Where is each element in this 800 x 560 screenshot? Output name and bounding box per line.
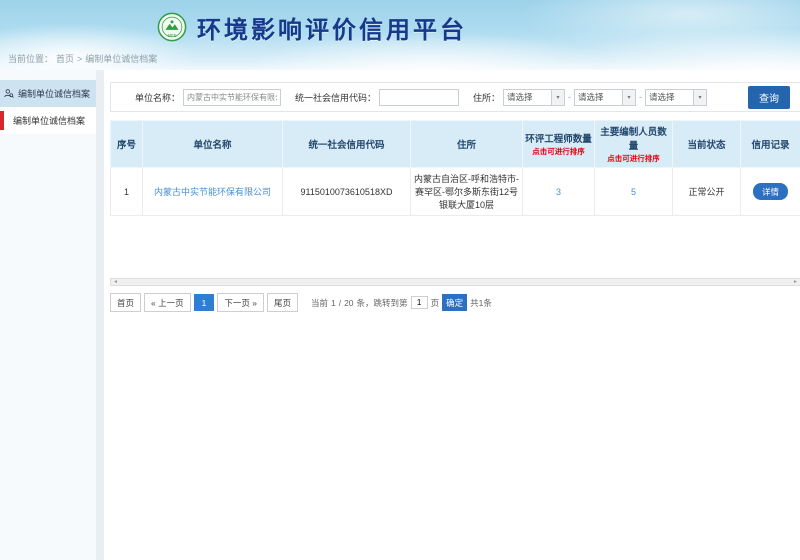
breadcrumb-prefix: 当前位置：: [8, 52, 53, 65]
header-address: 住所: [411, 121, 523, 168]
confirm-jump-button[interactable]: 确定: [442, 294, 467, 311]
staff-count-link[interactable]: 5: [631, 187, 636, 197]
select-separator: -: [639, 92, 642, 102]
district-select-value: 请选择: [646, 91, 693, 103]
credit-code-label: 统一社会信用代码：: [295, 91, 376, 104]
scroll-left-icon[interactable]: ◄: [113, 279, 118, 285]
sidebar-item-label: 编制单位诚信档案: [13, 116, 85, 126]
mee-logo-icon: MEE: [157, 12, 187, 42]
content-layout: 编制单位诚信档案 编制单位诚信档案 单位名称： 统一社会信用代码： 住所： 请选…: [0, 70, 800, 560]
sidebar-item-credit-archive[interactable]: 编制单位诚信档案: [0, 107, 96, 134]
main-panel: 单位名称： 统一社会信用代码： 住所： 请选择 ▾ - 请选择 ▾ - 请选择 …: [104, 70, 800, 560]
province-select-value: 请选择: [504, 91, 551, 103]
header-status: 当前状态: [673, 121, 741, 168]
sidebar: 编制单位诚信档案 编制单位诚信档案: [0, 70, 96, 560]
pagination-info: 当前 1 / 20 条，跳转到第 页 确定 共1条: [311, 294, 492, 311]
header-credit-code: 统一社会信用代码: [283, 121, 411, 168]
current-page-button[interactable]: 1: [194, 294, 215, 311]
chevron-down-icon[interactable]: ▾: [693, 90, 706, 105]
search-form: 单位名称： 统一社会信用代码： 住所： 请选择 ▾ - 请选择 ▾ - 请选择 …: [110, 82, 800, 112]
engineers-count-link[interactable]: 3: [556, 187, 561, 197]
pagination-total-info: 共1条: [470, 297, 492, 309]
banner-brand: MEE 环境影响评价信用平台: [0, 0, 712, 50]
header-credit-record: 信用记录: [741, 121, 800, 168]
sort-hint: 点击可进行排序: [596, 153, 671, 164]
unit-name-input[interactable]: [183, 89, 281, 106]
header-staff-label: 主要编制人员数量: [600, 127, 667, 152]
breadcrumb-separator: >: [77, 54, 82, 64]
row-address: 内蒙古自治区-呼和浩特市-赛罕区-鄂尔多斯东街12号银联大厦10层: [411, 168, 523, 216]
page-title: 环境影响评价信用平台: [197, 10, 467, 45]
row-no: 1: [111, 168, 143, 216]
unit-name-label: 单位名称：: [135, 91, 180, 104]
row-status: 正常公开: [673, 168, 741, 216]
address-label: 住所：: [473, 91, 500, 104]
top-banner: MEE 环境影响评价信用平台 当前位置：首页 > 编制单位诚信档案: [0, 0, 800, 70]
detail-button[interactable]: 详情: [753, 183, 788, 200]
next-page-button[interactable]: 下一页 »: [217, 293, 264, 312]
prev-page-button[interactable]: « 上一页: [144, 293, 191, 312]
province-select[interactable]: 请选择 ▾: [503, 89, 565, 106]
header-no: 序号: [111, 121, 143, 168]
district-select[interactable]: 请选择 ▾: [645, 89, 707, 106]
last-page-button[interactable]: 尾页: [267, 293, 298, 312]
credit-code-input[interactable]: [379, 89, 459, 106]
header-engineers-label: 环评工程师数量: [525, 134, 592, 145]
unit-name-link[interactable]: 内蒙古中实节能环保有限公司: [154, 187, 271, 197]
breadcrumb-current: 编制单位诚信档案: [85, 52, 157, 65]
sidebar-group-credit-archive[interactable]: 编制单位诚信档案: [0, 80, 96, 107]
jump-page-input[interactable]: [411, 296, 428, 309]
select-separator: -: [568, 92, 571, 102]
pagination-mid-text: 条，跳转到第: [357, 297, 408, 309]
pagination-total-pages: 20: [344, 298, 353, 308]
header-unit-name: 单位名称: [143, 121, 283, 168]
pagination-current-label: 当前: [311, 297, 328, 309]
query-button[interactable]: 查询: [748, 86, 790, 109]
chevron-down-icon[interactable]: ▾: [622, 90, 635, 105]
results-table: 序号 单位名称 统一社会信用代码 住所 环评工程师数量 点击可进行排序 主要编制…: [110, 120, 800, 216]
header-staff-sortable[interactable]: 主要编制人员数量 点击可进行排序: [595, 121, 673, 168]
pagination-bar: 首页 « 上一页 1 下一页 » 尾页 当前 1 / 20 条，跳转到第 页 确…: [110, 293, 800, 312]
first-page-button[interactable]: 首页: [110, 293, 141, 312]
city-select[interactable]: 请选择 ▾: [574, 89, 636, 106]
pagination-current-page: 1: [331, 298, 336, 308]
address-selects: 请选择 ▾ - 请选择 ▾ - 请选择 ▾: [503, 89, 707, 106]
breadcrumb: 当前位置：首页 > 编制单位诚信档案: [8, 52, 157, 65]
table-header-row: 序号 单位名称 统一社会信用代码 住所 环评工程师数量 点击可进行排序 主要编制…: [111, 121, 800, 168]
row-credit-code: 9115010073610518XD: [283, 168, 411, 216]
sidebar-divider: [96, 70, 104, 560]
person-search-icon: [3, 88, 14, 99]
table-row: 1 内蒙古中实节能环保有限公司 9115010073610518XD 内蒙古自治…: [111, 168, 800, 216]
scroll-right-icon[interactable]: ►: [793, 279, 798, 285]
svg-text:MEE: MEE: [167, 33, 176, 38]
sidebar-group-label: 编制单位诚信档案: [18, 87, 90, 100]
city-select-value: 请选择: [575, 91, 622, 103]
pagination-page-unit: 页: [431, 297, 440, 309]
header-engineers-sortable[interactable]: 环评工程师数量 点击可进行排序: [523, 121, 595, 168]
pagination-separator: /: [339, 298, 341, 308]
breadcrumb-home-link[interactable]: 首页: [56, 52, 74, 65]
sort-hint: 点击可进行排序: [524, 146, 593, 157]
chevron-down-icon[interactable]: ▾: [551, 90, 564, 105]
horizontal-scrollbar[interactable]: ◄ ►: [110, 278, 800, 286]
